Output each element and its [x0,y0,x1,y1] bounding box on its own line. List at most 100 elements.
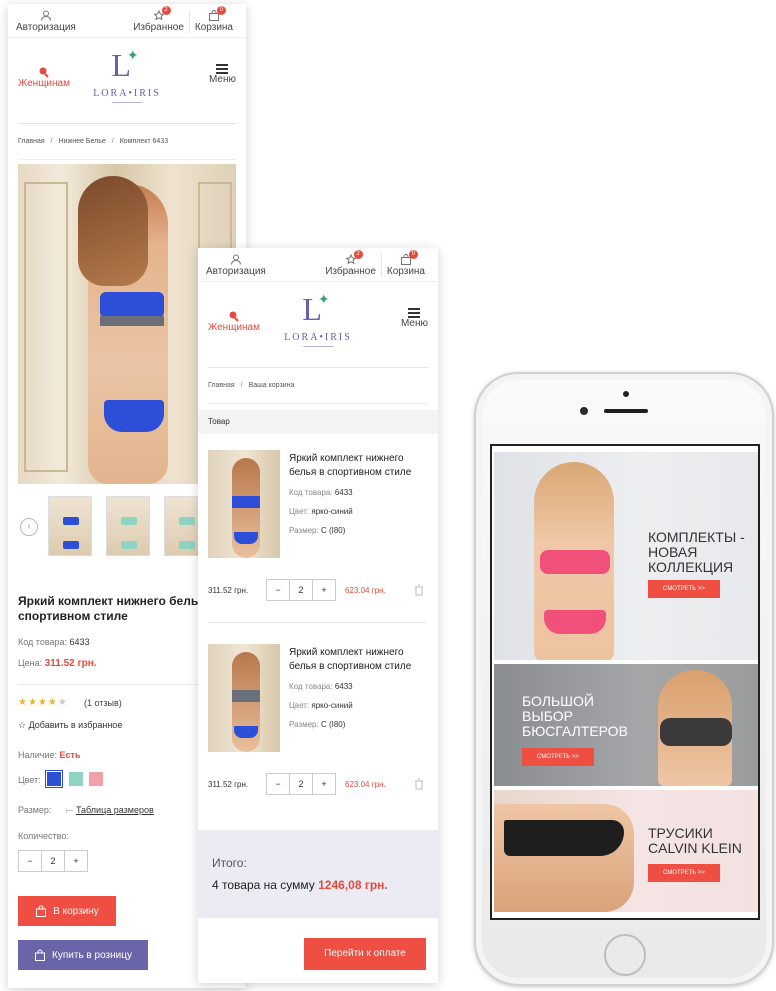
menu-button[interactable]: Меню [209,64,236,85]
cart-item-total: 623.04 грн. [345,780,386,789]
qty-input[interactable]: 2 [41,851,65,871]
cart-item-total: 623.04 грн. [345,586,386,595]
favorites-link[interactable]: 2 Избранное [320,250,381,277]
model-panty [544,610,606,634]
thumbnail[interactable] [106,496,150,556]
qty-plus-button[interactable]: + [65,851,87,871]
star-outline-icon: 2 [344,250,363,265]
cart-link[interactable]: 0 Корзина [188,6,238,33]
qty-minus-button[interactable]: − [267,774,289,794]
hamburger-icon [408,308,421,318]
qty-plus-button[interactable]: + [313,580,335,600]
model-bra-band [100,316,164,326]
cart-column-header: Товар [198,410,438,434]
banner-sets[interactable]: КОМПЛЕКТЫ - НОВАЯ КОЛЛЕКЦИЯ СМОТРЕТЬ >> [494,452,758,660]
qty-plus-button[interactable]: + [313,774,335,794]
banner-button[interactable]: СМОТРЕТЬ >> [522,748,594,766]
divider [208,622,426,623]
cart-item-code: Код товара: 6433 [289,682,353,691]
sensor-icon [580,407,588,415]
favorites-label: Избранное [133,22,184,33]
breadcrumb: Главная / Нижнее Белье / Комплект 6433 [18,124,236,160]
cart-item-size: Размер: С (I80) [289,526,346,535]
cart-item-name[interactable]: Яркий комплект нижнего белья в спортивно… [289,646,429,674]
thumbnail[interactable] [48,496,92,556]
banner-button[interactable]: СМОТРЕТЬ >> [648,580,720,598]
trash-icon[interactable] [414,778,424,790]
rating-stars[interactable]: ★★★★★ [18,697,68,708]
cart-item-code: Код товара: 6433 [289,488,353,497]
menu-button[interactable]: Меню [401,308,428,329]
banner-bras[interactable]: БОЛЬШОЙ ВЫБОР БЮСГАЛТЕРОВ СМОТРЕТЬ >> [494,664,758,786]
qty-input[interactable]: 2 [289,774,313,794]
banner-title: БОЛЬШОЙ ВЫБОР БЮСГАЛТЕРОВ [522,693,628,739]
breadcrumb-home[interactable]: Главная [208,382,235,389]
quantity-stepper: − 2 + [266,579,336,601]
ruler-icon: ⟝ [65,805,74,815]
bag-icon [35,949,46,961]
chevron-left-icon[interactable]: ‹ [20,518,38,536]
model-panty [504,820,624,856]
favorites-label: Избранное [325,266,376,277]
buy-retail-label: Купить в розницу [52,949,132,961]
cart-link[interactable]: 0 Корзина [380,250,430,277]
cart-count-badge: 0 [408,250,418,259]
trash-icon[interactable] [414,584,424,596]
color-swatch-blue[interactable] [45,770,63,788]
camera-icon [623,391,629,397]
add-to-favorites[interactable]: ☆ Добавить в избранное [18,720,122,731]
buy-retail-button[interactable]: Купить в розницу [18,940,148,970]
color-swatch-mint[interactable] [69,772,83,786]
banner-button[interactable]: СМОТРЕТЬ >> [648,864,720,882]
cart-item-image[interactable] [208,644,280,752]
add-to-favorites-label: Добавить в избранное [28,720,123,730]
qty-input[interactable]: 2 [289,580,313,600]
product-price: Цена: 311.52 грн. [18,658,97,669]
women-link[interactable]: Женщинам [18,66,70,89]
auth-link[interactable]: Авторизация [16,10,76,33]
quantity-stepper: − 2 + [266,773,336,795]
logo-text: LORA•IRIS [93,88,161,99]
add-to-cart-button[interactable]: В корзину [18,896,116,926]
logo-underline [303,346,333,347]
size-table-link[interactable]: Таблица размеров [76,805,154,815]
product-code: Код товара: 6433 [18,637,90,647]
cart-item-price: 311.52 грн. [208,780,249,789]
breadcrumb-category[interactable]: Нижнее Белье [59,138,106,145]
home-button[interactable] [604,934,646,976]
cart-label: Корзина [194,22,233,33]
size-row: Размер: ⟝ Таблица размеров [18,805,154,815]
quantity-stepper: − 2 + [18,850,88,872]
color-label: Цвет: [18,775,41,785]
cart-item-name[interactable]: Яркий комплект нижнего белья в спортивно… [289,452,429,480]
top-bar: Авторизация 2 Избранное 0 Корзина [198,248,438,282]
logo[interactable]: L✦ LORA•IRIS [93,49,161,103]
reviews-link[interactable]: (1 отзыв) [84,698,122,708]
female-icon [39,67,49,78]
model-panty [104,400,164,432]
add-to-cart-label: В корзину [53,905,99,917]
auth-link[interactable]: Авторизация [206,254,266,277]
menu-label: Меню [400,318,428,329]
site-header: Женщинам L✦ LORA•IRIS Меню [208,282,428,368]
women-label: Женщинам [18,78,70,89]
banner-calvin-klein[interactable]: ТРУСИКИ CALVIN KLEIN СМОТРЕТЬ >> [494,790,758,912]
color-swatch-pink[interactable] [89,772,103,786]
breadcrumb-home[interactable]: Главная [18,138,45,145]
qty-minus-button[interactable]: − [19,851,41,871]
breadcrumb-current: Комплект 6433 [119,138,169,145]
checkout-button[interactable]: Перейти к оплате [304,938,426,970]
star-outline-icon: 2 [152,6,171,21]
cart-item-size: Размер: С (I80) [289,720,346,729]
cart-label: Корзина [386,266,425,277]
qty-minus-button[interactable]: − [267,580,289,600]
logo[interactable]: L✦ LORA•IRIS [284,293,352,347]
female-icon [229,311,239,322]
favorites-link[interactable]: 2 Избранное [128,6,189,33]
availability: Наличие: Есть [18,750,81,760]
cart-item-color: Цвет: ярко-синий [289,701,353,710]
speaker-grille [604,409,648,413]
summary-text: 4 товара на сумму 1246,08 грн. [212,878,388,892]
women-link[interactable]: Женщинам [208,310,260,333]
cart-item-image[interactable] [208,450,280,558]
